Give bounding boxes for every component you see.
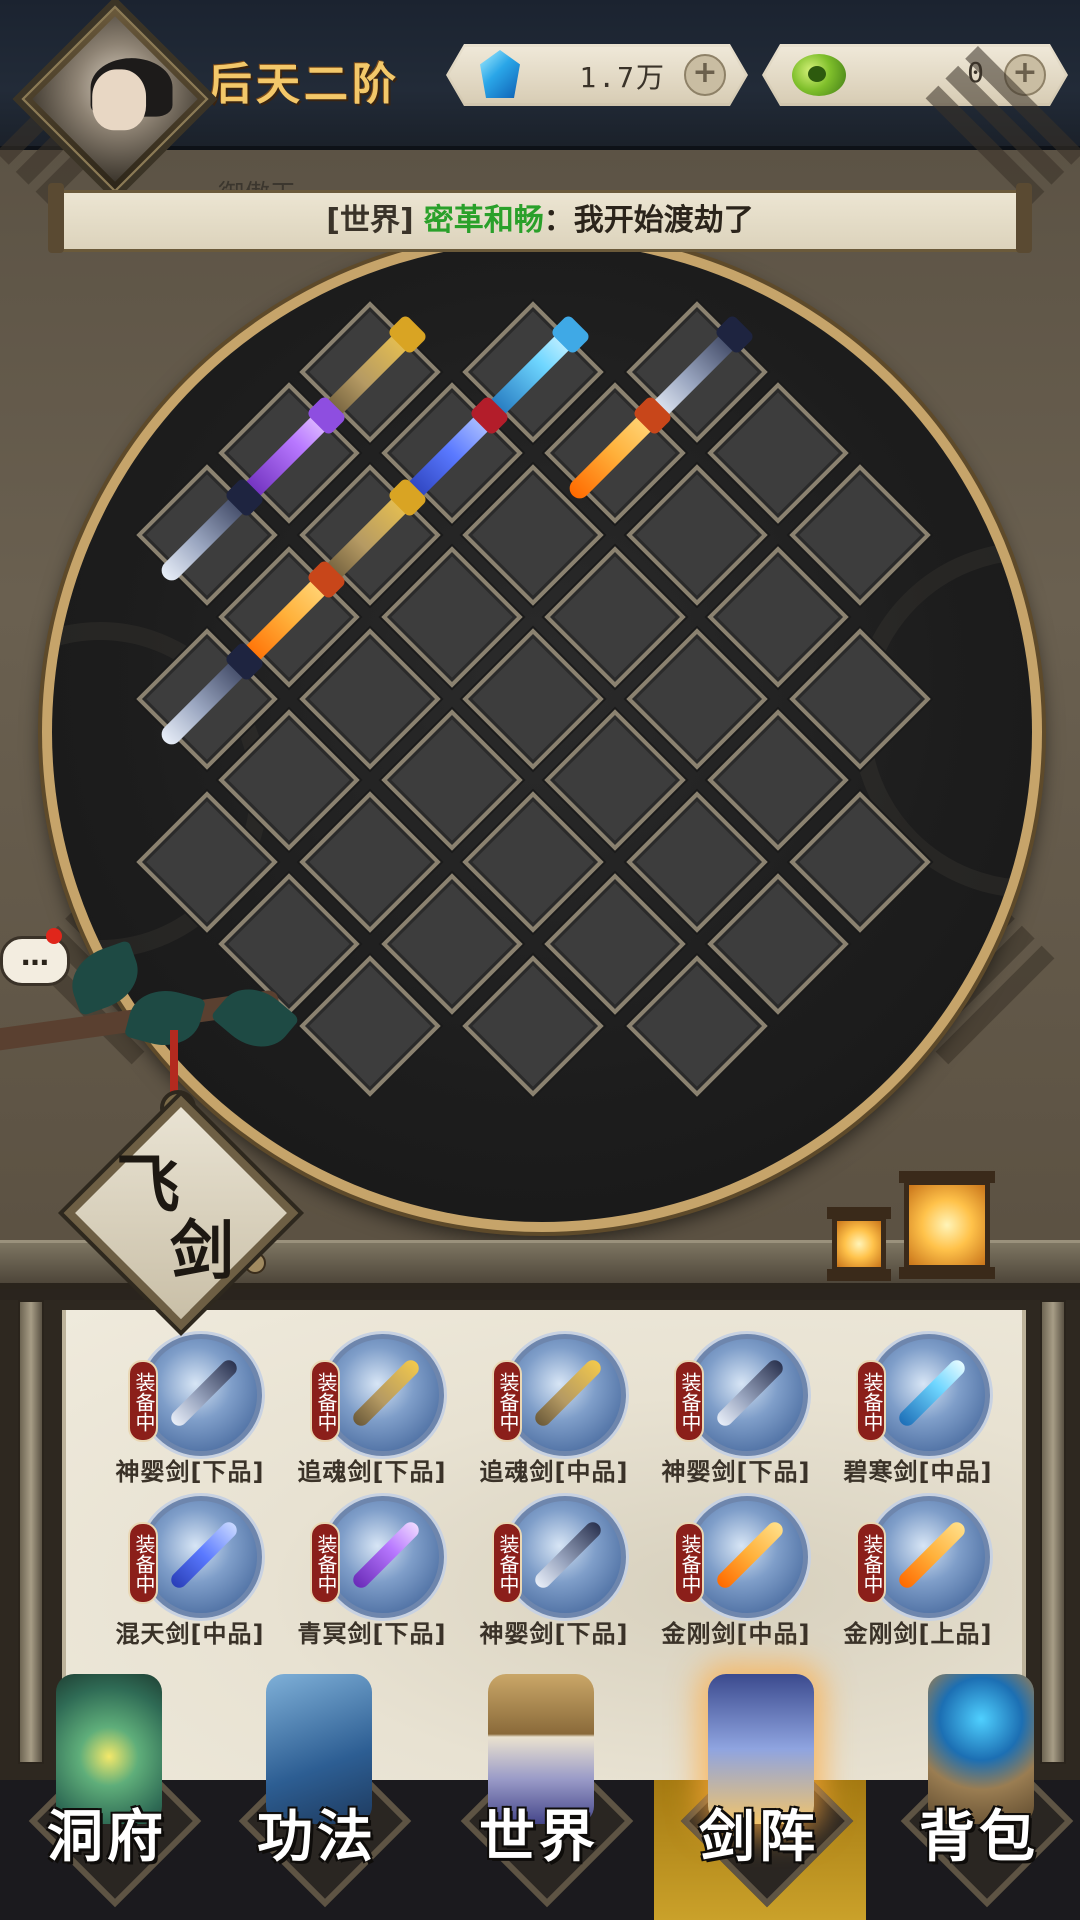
flying-sword-title: 飞 剑 bbox=[104, 1130, 254, 1289]
sword-inventory-item[interactable]: 装备中神婴剑[下品] bbox=[106, 1334, 276, 1494]
sword-inventory-item[interactable]: 装备中青冥剑[下品] bbox=[288, 1496, 458, 1656]
formation-board bbox=[52, 242, 1032, 1222]
equipped-badge: 装备中 bbox=[128, 1522, 158, 1604]
large-lantern bbox=[899, 1171, 995, 1279]
equipped-badge: 装备中 bbox=[128, 1360, 158, 1442]
nav-label: 背包 bbox=[919, 1804, 1039, 1870]
flying-sword-title-char: 剑 bbox=[170, 1214, 234, 1289]
sword-name: 神婴剑[下品] bbox=[115, 1458, 265, 1486]
sword-inventory-item[interactable]: 装备中碧寒剑[中品] bbox=[834, 1334, 1004, 1494]
sword-icon bbox=[504, 1496, 626, 1618]
sword-blade-icon bbox=[713, 1356, 787, 1430]
sword-name: 青冥剑[下品] bbox=[297, 1620, 447, 1648]
sword-name: 神婴剑[下品] bbox=[661, 1458, 811, 1486]
avatar-face bbox=[92, 69, 147, 131]
nav-item[interactable]: 背包 bbox=[884, 1660, 1074, 1920]
equipped-badge: 装备中 bbox=[674, 1522, 704, 1604]
chat-message: ：我开始渡劫了 bbox=[543, 203, 754, 238]
sword-blade-icon bbox=[349, 1356, 423, 1430]
chat-line: [世界] 密革和畅：我开始渡劫了 bbox=[62, 193, 1018, 249]
sword-inventory-item[interactable]: 装备中追魂剑[下品] bbox=[288, 1334, 458, 1494]
sword-inventory-item[interactable]: 装备中追魂剑[中品] bbox=[470, 1334, 640, 1494]
world-chat-banner[interactable]: [世界] 密革和畅：我开始渡劫了 bbox=[48, 183, 1032, 253]
spirit-stone-icon bbox=[480, 50, 520, 98]
chat-notification-dot bbox=[46, 928, 62, 944]
sword-inventory-item[interactable]: 装备中神婴剑[下品] bbox=[470, 1496, 640, 1656]
sword-icon bbox=[868, 1334, 990, 1456]
sword-icon bbox=[140, 1334, 262, 1456]
nav-label: 功法 bbox=[257, 1804, 377, 1870]
equipped-badge: 装备中 bbox=[310, 1522, 340, 1604]
nav-label: 洞府 bbox=[47, 1804, 167, 1870]
sword-name: 金刚剑[上品] bbox=[843, 1620, 993, 1648]
sword-blade-icon bbox=[349, 1518, 423, 1592]
equipped-badge: 装备中 bbox=[310, 1360, 340, 1442]
add-spirit-stone-button[interactable]: + bbox=[684, 54, 726, 96]
equipped-badge: 装备中 bbox=[856, 1360, 886, 1442]
sword-icon bbox=[504, 1334, 626, 1456]
equipped-badge: 装备中 bbox=[856, 1522, 886, 1604]
sword-icon bbox=[686, 1496, 808, 1618]
sword-blade-icon bbox=[531, 1356, 605, 1430]
nav-item[interactable]: 洞府 bbox=[12, 1660, 202, 1920]
equipped-badge: 装备中 bbox=[674, 1360, 704, 1442]
nav-label: 世界 bbox=[479, 1804, 599, 1870]
nav-item[interactable]: 世界 bbox=[444, 1660, 634, 1920]
spirit-stone-counter: 1.7万 + bbox=[446, 44, 748, 106]
sword-blade-icon bbox=[895, 1356, 969, 1430]
equipped-badge: 装备中 bbox=[492, 1522, 522, 1604]
nav-label: 剑阵 bbox=[699, 1804, 819, 1870]
sword-blade-icon bbox=[167, 1356, 241, 1430]
sword-name: 混天剑[中品] bbox=[115, 1620, 265, 1648]
sword-blade-icon bbox=[167, 1518, 241, 1592]
small-lantern bbox=[827, 1207, 891, 1281]
sword-name: 金刚剑[中品] bbox=[661, 1620, 811, 1648]
sword-name: 追魂剑[中品] bbox=[479, 1458, 629, 1486]
sword-name: 碧寒剑[中品] bbox=[843, 1458, 993, 1486]
sword-icon bbox=[322, 1496, 444, 1618]
sword-blade-icon bbox=[531, 1518, 605, 1592]
sword-inventory-item[interactable]: 装备中混天剑[中品] bbox=[106, 1496, 276, 1656]
sword-inventory-item[interactable]: 装备中金刚剑[中品] bbox=[652, 1496, 822, 1656]
sword-inventory-item[interactable]: 装备中神婴剑[下品] bbox=[652, 1334, 822, 1494]
sword-icon bbox=[322, 1334, 444, 1456]
sword-icon bbox=[868, 1496, 990, 1618]
sword-inventory-item[interactable]: 装备中金刚剑[上品] bbox=[834, 1496, 1004, 1656]
sword-name: 神婴剑[下品] bbox=[479, 1620, 629, 1648]
chat-sender[interactable]: 密革和畅 bbox=[424, 203, 544, 238]
sword-icon bbox=[140, 1496, 262, 1618]
sword-blade-icon bbox=[895, 1518, 969, 1592]
chat-channel: [世界] bbox=[326, 203, 414, 238]
chat-bubble-button[interactable]: … bbox=[0, 936, 70, 986]
nav-item[interactable]: 功法 bbox=[222, 1660, 412, 1920]
sword-blade-icon bbox=[713, 1518, 787, 1592]
spirit-stone-value: 1.7万 bbox=[579, 61, 666, 94]
cultivation-rank: 后天二阶 bbox=[208, 59, 400, 110]
nav-item[interactable]: 剑阵 bbox=[664, 1660, 854, 1920]
sword-name: 追魂剑[下品] bbox=[297, 1458, 447, 1486]
equipped-badge: 装备中 bbox=[492, 1360, 522, 1442]
sword-icon bbox=[686, 1334, 808, 1456]
jade-icon bbox=[792, 54, 846, 96]
